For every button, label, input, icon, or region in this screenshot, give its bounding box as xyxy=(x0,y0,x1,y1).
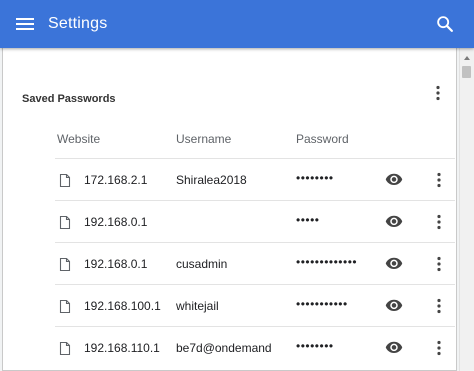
file-icon xyxy=(59,258,71,271)
password-cell: ••••• xyxy=(296,213,320,227)
password-row: 172.168.2.1 Shiralea2018 •••••••• xyxy=(55,158,455,201)
column-header-password: Password xyxy=(296,132,349,146)
more-vert-icon[interactable] xyxy=(430,84,446,102)
top-app-bar: Settings xyxy=(0,0,474,48)
username-cell: cusadmin xyxy=(176,257,228,271)
file-icon xyxy=(59,174,71,187)
password-row: 192.168.0.1 cusadmin ••••••••••••• xyxy=(55,242,455,285)
column-header-website: Website xyxy=(57,132,101,146)
password-cell: ••••••••••• xyxy=(296,297,348,311)
password-cell: ••••••••••••• xyxy=(296,255,358,269)
file-icon xyxy=(59,216,71,229)
scrollbar-thumb[interactable] xyxy=(462,66,471,78)
more-vert-icon[interactable] xyxy=(431,339,447,357)
password-cell: •••••••• xyxy=(296,339,334,353)
password-row: 192.168.100.1 whitejail ••••••••••• xyxy=(55,284,455,327)
password-row: 192.168.0.1 ••••• xyxy=(55,200,455,243)
eye-icon[interactable] xyxy=(385,296,403,314)
website-cell: 192.168.100.1 xyxy=(84,299,161,313)
more-vert-icon[interactable] xyxy=(431,171,447,189)
website-cell: 192.168.0.1 xyxy=(84,215,148,229)
file-icon xyxy=(59,300,71,313)
search-icon[interactable] xyxy=(434,13,456,35)
more-vert-icon[interactable] xyxy=(431,255,447,273)
hamburger-menu-icon[interactable] xyxy=(13,12,37,36)
website-cell: 192.168.0.1 xyxy=(84,257,148,271)
website-cell: 172.168.2.1 xyxy=(84,173,148,187)
username-cell: whitejail xyxy=(176,299,219,313)
password-cell: •••••••• xyxy=(296,171,334,185)
column-header-username: Username xyxy=(176,132,232,146)
more-vert-icon[interactable] xyxy=(431,213,447,231)
username-cell: be7d@ondemand xyxy=(176,341,272,355)
section-title: Saved Passwords xyxy=(22,93,116,105)
saved-passwords-card: Saved Passwords Website Username Passwor… xyxy=(2,48,457,371)
eye-icon[interactable] xyxy=(385,170,403,188)
username-cell: Shiralea2018 xyxy=(176,173,247,187)
eye-icon[interactable] xyxy=(385,212,403,230)
settings-window: Settings Saved Passwords Website Usernam… xyxy=(0,0,474,371)
eye-icon[interactable] xyxy=(385,254,403,272)
vertical-scrollbar[interactable] xyxy=(459,48,474,371)
scroll-up-arrow-icon[interactable] xyxy=(464,56,470,60)
more-vert-icon[interactable] xyxy=(431,297,447,315)
page-title: Settings xyxy=(48,15,108,32)
website-cell: 192.168.110.1 xyxy=(84,341,160,355)
file-icon xyxy=(59,342,71,355)
password-row: 192.168.110.1 be7d@ondemand •••••••• xyxy=(55,326,455,369)
eye-icon[interactable] xyxy=(385,338,403,356)
